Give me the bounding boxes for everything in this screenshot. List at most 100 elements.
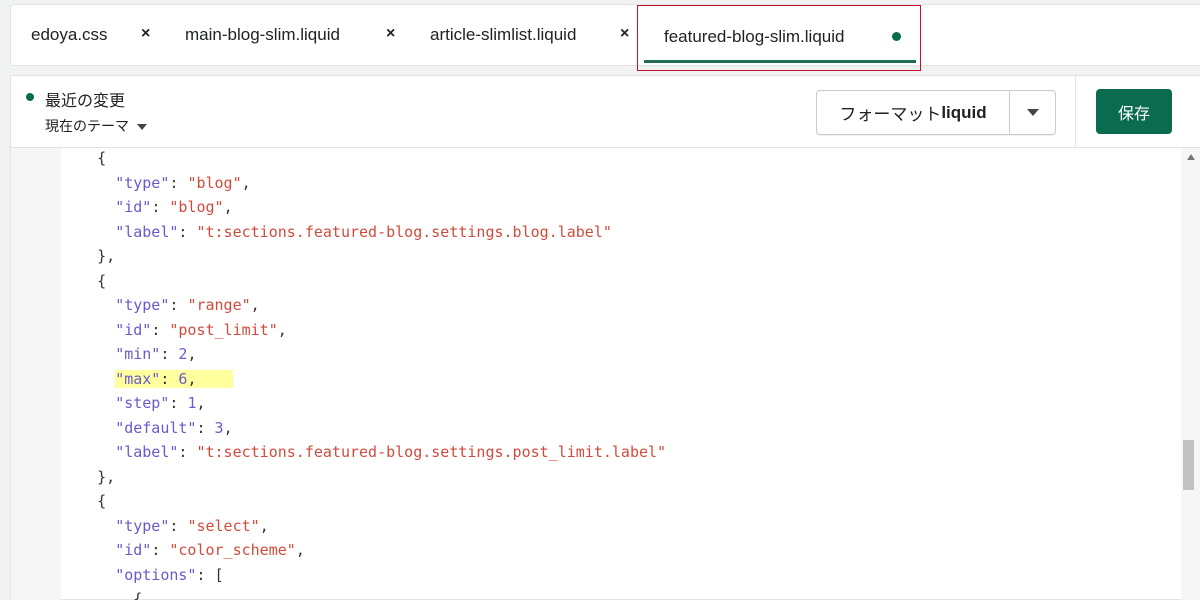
code-text: }, bbox=[61, 247, 115, 265]
code-token: "type" bbox=[115, 516, 170, 535]
code-text: }, bbox=[61, 468, 115, 486]
format-button-group: フォーマット liquid bbox=[816, 90, 1056, 135]
code-text: "type": "blog", bbox=[61, 173, 251, 192]
code-token: "id" bbox=[115, 541, 152, 559]
tab-label: article-slimlist.liquid bbox=[430, 25, 577, 44]
code-token: "range" bbox=[187, 296, 251, 314]
code-text: "default": 3, bbox=[61, 419, 232, 437]
line-number-gutter bbox=[11, 148, 61, 600]
code-text: "type": "range", bbox=[61, 296, 260, 314]
code-token: { bbox=[61, 149, 107, 167]
code-line[interactable]: 145∨ "options": [ bbox=[61, 563, 1161, 587]
code-line[interactable]: 139 "default": 3, bbox=[61, 416, 1161, 440]
caret-down-icon bbox=[137, 124, 147, 130]
scrollbar-thumb[interactable] bbox=[1183, 440, 1194, 490]
code-token: , bbox=[250, 296, 260, 314]
code-line[interactable]: 136 "min": 2, bbox=[61, 342, 1161, 366]
code-text: "id": "color_scheme", bbox=[61, 541, 305, 559]
code-text: "label": "t:sections.featured-blog.setti… bbox=[61, 223, 612, 241]
code-text: "options": [ bbox=[61, 565, 224, 584]
unsaved-indicator-icon bbox=[892, 32, 901, 41]
recent-changes-label[interactable]: 最近の変更 bbox=[45, 87, 125, 111]
code-token: : bbox=[169, 173, 188, 192]
code-text: "id": "blog", bbox=[61, 198, 233, 216]
code-token: "step" bbox=[115, 394, 170, 412]
scroll-up-arrow-icon[interactable] bbox=[1187, 154, 1195, 160]
code-token: : bbox=[151, 320, 170, 339]
format-options-dropdown[interactable] bbox=[1010, 91, 1055, 134]
code-text: { bbox=[61, 272, 106, 290]
code-token: "color_scheme" bbox=[169, 541, 296, 559]
theme-label: 現在のテーマ bbox=[45, 118, 129, 134]
code-editor-panel: 最近の変更 現在のテーマ フォーマットliquid 保存 128∨ {129 "… bbox=[10, 75, 1200, 600]
code-line[interactable]: 146 { bbox=[61, 587, 1161, 600]
format-liquid-button[interactable]: フォーマット liquid bbox=[817, 91, 1010, 134]
code-token: "label" bbox=[115, 443, 179, 461]
caret-down-icon bbox=[1026, 109, 1039, 116]
code-token: : [ bbox=[196, 565, 224, 584]
code-line[interactable]: 133∨ { bbox=[61, 269, 1161, 293]
code-token: { bbox=[61, 590, 143, 600]
code-token: "post_limit" bbox=[169, 320, 278, 339]
code-token: "max" bbox=[115, 369, 161, 388]
code-token: : bbox=[151, 541, 170, 559]
code-line[interactable]: 131 "label": "t:sections.featured-blog.s… bbox=[61, 220, 1161, 244]
code-token: : bbox=[169, 296, 188, 314]
code-text: { bbox=[61, 590, 142, 600]
code-text: "step": 1, bbox=[61, 394, 206, 412]
code-text: "type": "select", bbox=[61, 517, 269, 535]
code-line[interactable]: 129 "type": "blog", bbox=[61, 171, 1161, 195]
tab-featured-blog-slim[interactable]: featured-blog-slim.liquid bbox=[637, 5, 921, 71]
code-line[interactable]: 137 "max": 6, bbox=[61, 367, 1161, 391]
code-line[interactable]: 128∨ { bbox=[61, 148, 1161, 170]
code-text: "max": 6, bbox=[61, 369, 233, 388]
code-token: "blog" bbox=[187, 173, 242, 192]
tab-label: edoya.css bbox=[31, 25, 108, 44]
tab-label: featured-blog-slim.liquid bbox=[664, 27, 845, 46]
close-icon[interactable]: × bbox=[141, 25, 150, 43]
code-token: }, bbox=[61, 247, 116, 265]
code-token: : bbox=[169, 394, 188, 412]
tab-label: main-blog-slim.liquid bbox=[185, 25, 340, 44]
close-icon[interactable]: × bbox=[386, 25, 395, 43]
code-line[interactable]: 142∨ { bbox=[61, 489, 1161, 513]
code-token: : bbox=[169, 516, 188, 535]
code-line[interactable]: 143 "type": "select", bbox=[61, 514, 1161, 538]
code-token: "id" bbox=[115, 198, 152, 216]
tab-edoya-css[interactable]: edoya.css bbox=[31, 5, 108, 65]
vertical-scrollbar[interactable] bbox=[1181, 148, 1200, 600]
code-line[interactable]: 132 }, bbox=[61, 244, 1161, 268]
code-content[interactable]: 128∨ {129 "type": "blog",130 "id": "blog… bbox=[61, 148, 1181, 600]
code-token: "label" bbox=[115, 222, 179, 241]
header-divider bbox=[1075, 76, 1076, 148]
code-token: : bbox=[160, 345, 179, 363]
code-line[interactable]: 138 "step": 1, bbox=[61, 391, 1161, 415]
theme-selector[interactable]: 現在のテーマ bbox=[45, 116, 147, 136]
close-icon[interactable]: × bbox=[620, 25, 629, 43]
code-line[interactable]: 140 "label": "t:sections.featured-blog.s… bbox=[61, 440, 1161, 464]
code-line[interactable]: 141 }, bbox=[61, 465, 1161, 489]
code-text: { bbox=[61, 492, 106, 510]
code-line[interactable]: 134 "type": "range", bbox=[61, 293, 1161, 317]
code-token: , bbox=[277, 320, 287, 339]
file-tab-bar: edoya.css × main-blog-slim.liquid × arti… bbox=[10, 4, 1200, 71]
code-token: "blog" bbox=[169, 198, 224, 216]
code-token: , bbox=[295, 541, 305, 559]
tab-main-blog-slim[interactable]: main-blog-slim.liquid bbox=[185, 5, 340, 65]
code-line[interactable]: 144 "id": "color_scheme", bbox=[61, 538, 1161, 562]
code-token: , bbox=[196, 394, 206, 412]
code-line[interactable]: 130 "id": "blog", bbox=[61, 195, 1161, 219]
tab-article-slimlist[interactable]: article-slimlist.liquid bbox=[430, 5, 576, 65]
save-button[interactable]: 保存 bbox=[1096, 89, 1172, 134]
code-line[interactable]: 135 "id": "post_limit", bbox=[61, 318, 1161, 342]
code-token: , bbox=[241, 173, 251, 192]
code-token: , bbox=[223, 198, 233, 216]
